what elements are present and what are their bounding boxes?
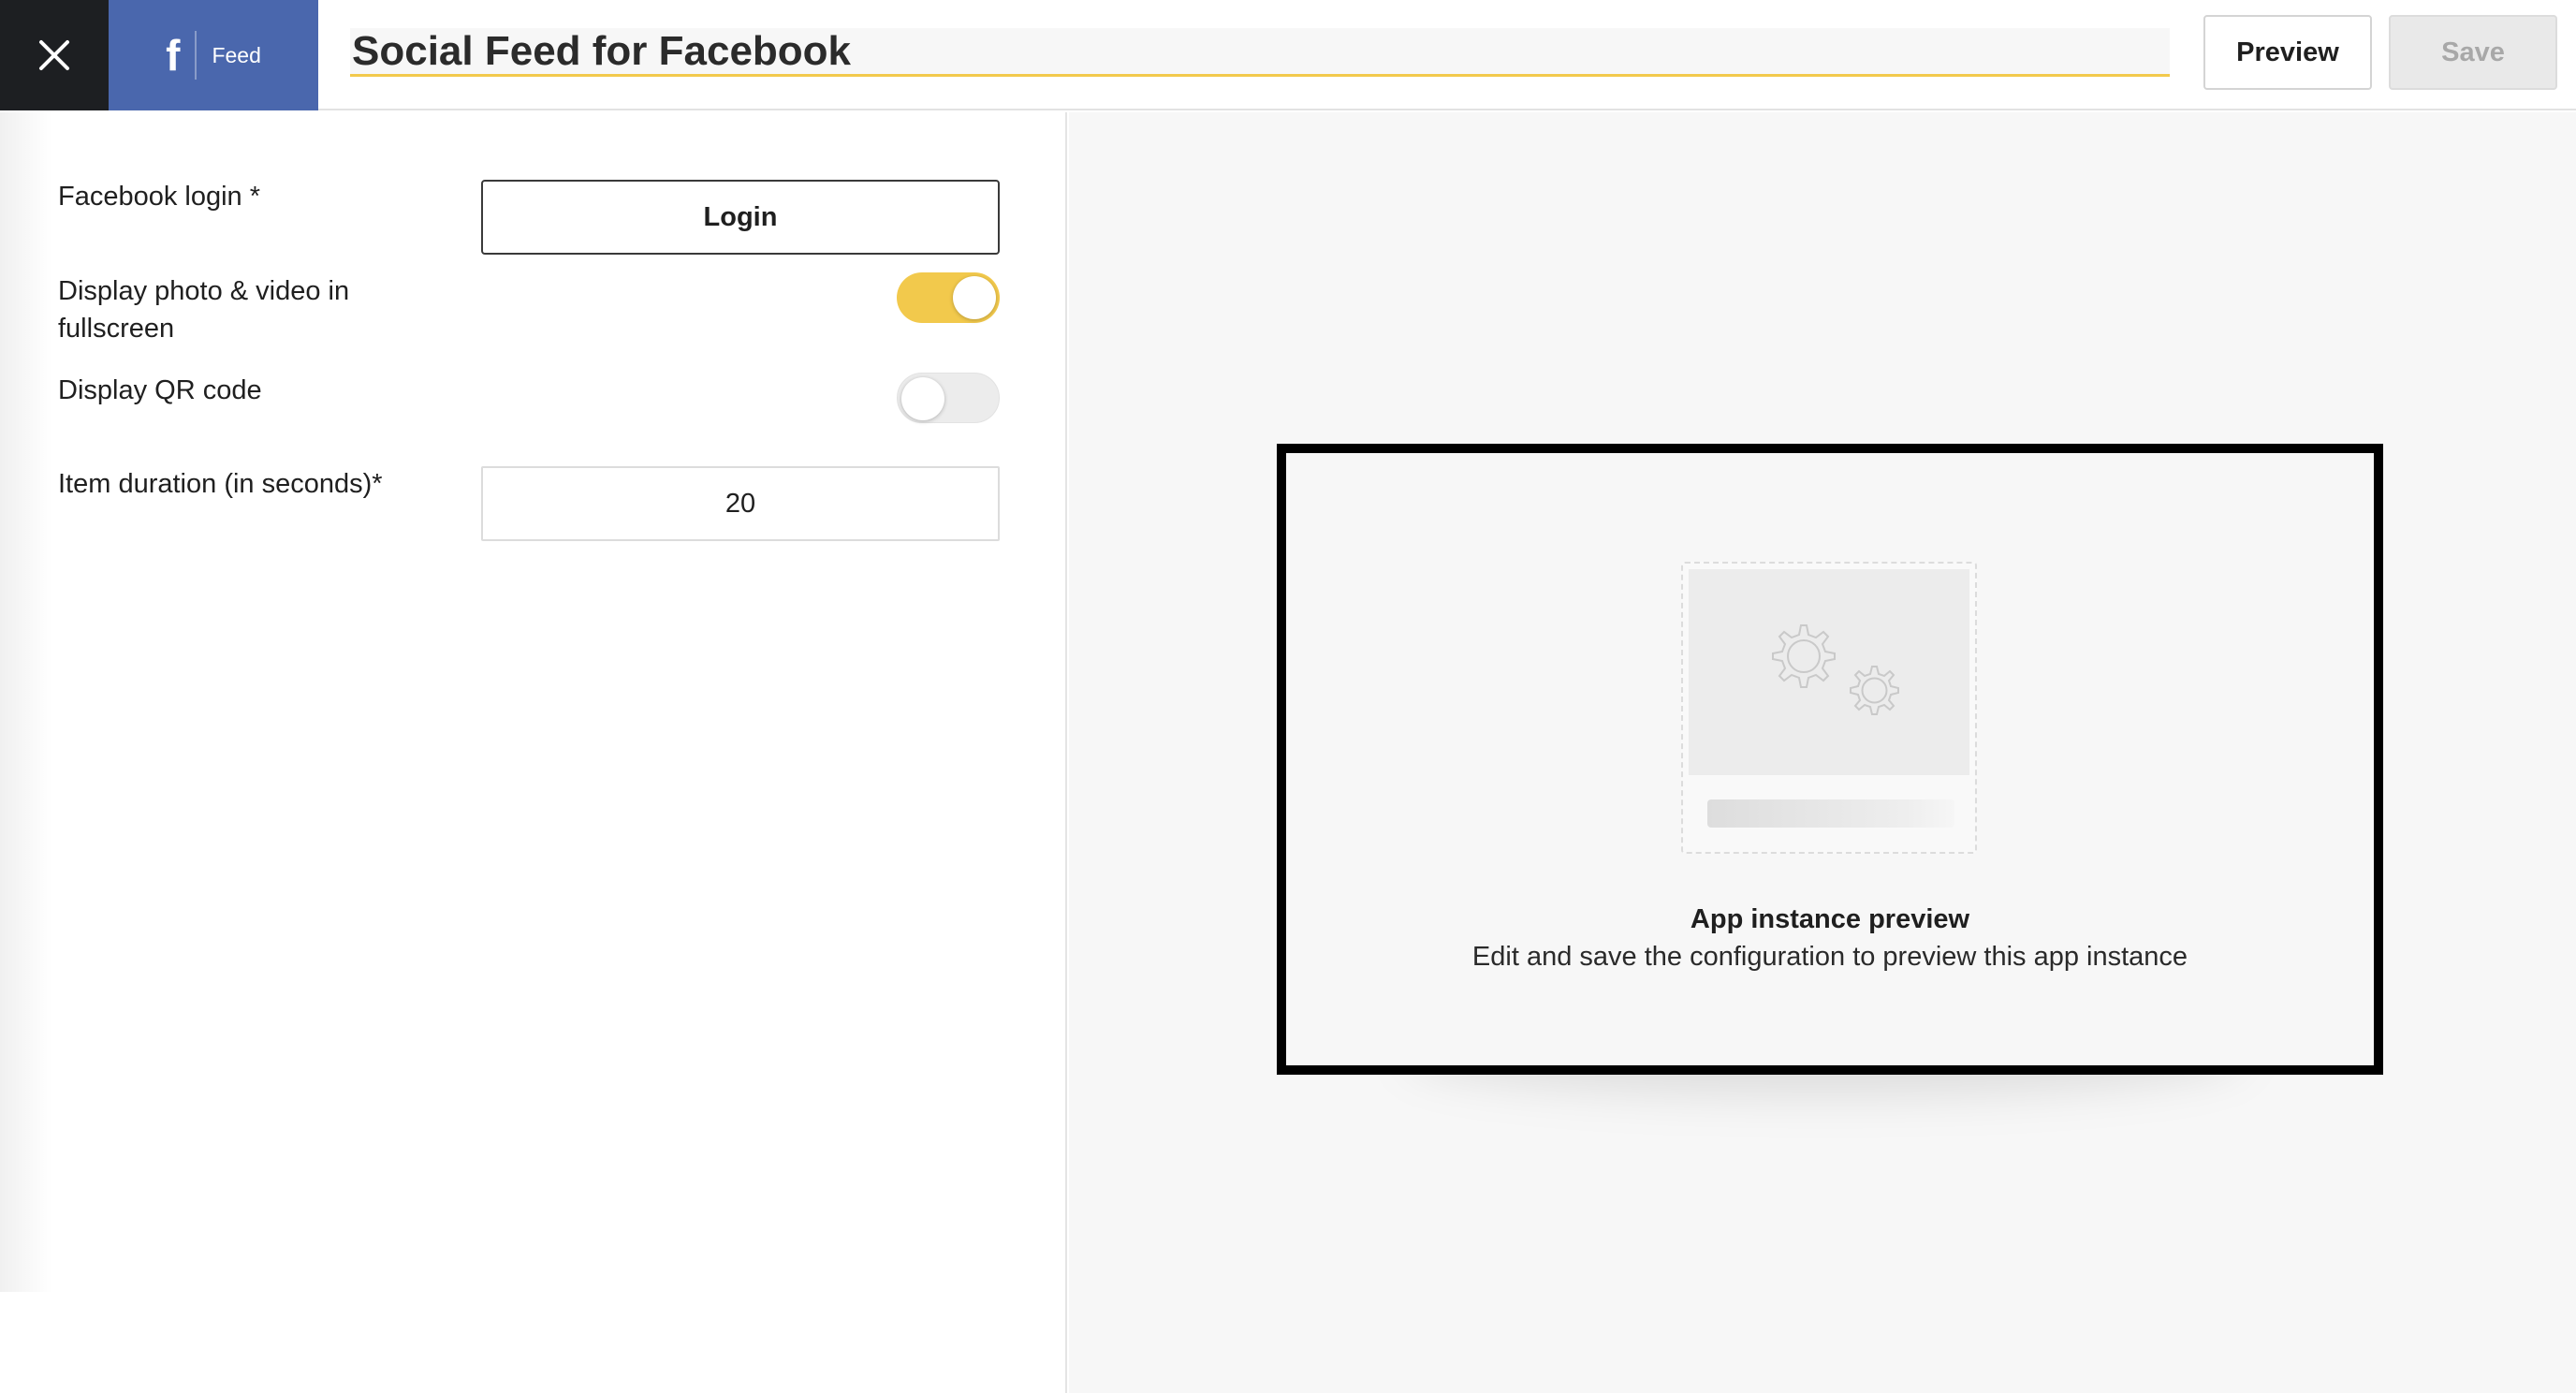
placeholder-bar <box>1707 799 1954 828</box>
facebook-login-label: Facebook login * <box>58 182 261 212</box>
panel-shadow <box>0 112 52 1292</box>
fullscreen-label-line2: fullscreen <box>58 314 175 344</box>
toggle-knob <box>901 377 944 420</box>
preview-placeholder-card <box>1681 562 1977 854</box>
preview-subtitle: Edit and save the configuration to previ… <box>1471 942 2188 972</box>
qr-code-label: Display QR code <box>58 375 262 405</box>
app-brand: f Feed <box>109 0 318 110</box>
login-button[interactable]: Login <box>481 180 1000 255</box>
placeholder-image <box>1689 569 1969 775</box>
qr-code-toggle[interactable] <box>897 373 1000 423</box>
app-title-input[interactable] <box>350 28 2170 77</box>
brand-label: Feed <box>212 42 261 67</box>
facebook-icon: f <box>166 31 181 80</box>
top-bar: f Feed Preview Save <box>0 0 2576 110</box>
preview-button[interactable]: Preview <box>2203 15 2372 90</box>
brand-divider <box>195 31 198 80</box>
fullscreen-label: Display photo & video in fullscreen <box>58 272 349 347</box>
fullscreen-toggle[interactable] <box>897 272 1000 323</box>
close-button[interactable] <box>0 0 109 110</box>
fullscreen-label-line1: Display photo & video in <box>58 276 350 306</box>
gears-icon <box>1772 624 1899 715</box>
duration-input[interactable] <box>481 466 1000 541</box>
toggle-knob <box>953 276 996 319</box>
save-button[interactable]: Save <box>2389 15 2557 90</box>
close-icon <box>39 40 69 70</box>
preview-title: App instance preview <box>1690 904 1970 934</box>
duration-label: Item duration (in seconds)* <box>58 469 383 499</box>
